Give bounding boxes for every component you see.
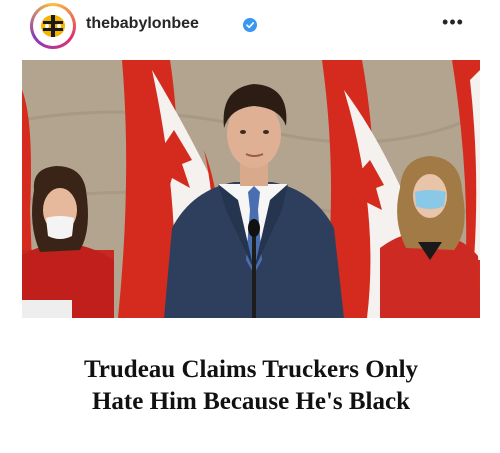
username[interactable]: thebabylonbee [86, 15, 199, 33]
avatar-inner [33, 6, 73, 46]
verified-badge-icon [243, 18, 257, 32]
article-headline[interactable]: Trudeau Claims Truckers Only Hate Him Be… [22, 354, 480, 418]
instagram-post: thebabylonbee ••• Trudeau Claims Trucker… [22, 0, 480, 453]
headline-line-1: Trudeau Claims Truckers Only [83, 356, 419, 383]
headline-card: Trudeau Claims Truckers Only Hate Him Be… [22, 318, 480, 453]
more-options-icon[interactable]: ••• [440, 12, 466, 36]
post-image [22, 60, 480, 318]
post-header: thebabylonbee ••• [22, 0, 480, 52]
babylon-bee-logo-icon [41, 15, 65, 37]
headline-line-2: Hate Him Because He's Black [91, 388, 411, 415]
avatar[interactable] [30, 3, 76, 49]
